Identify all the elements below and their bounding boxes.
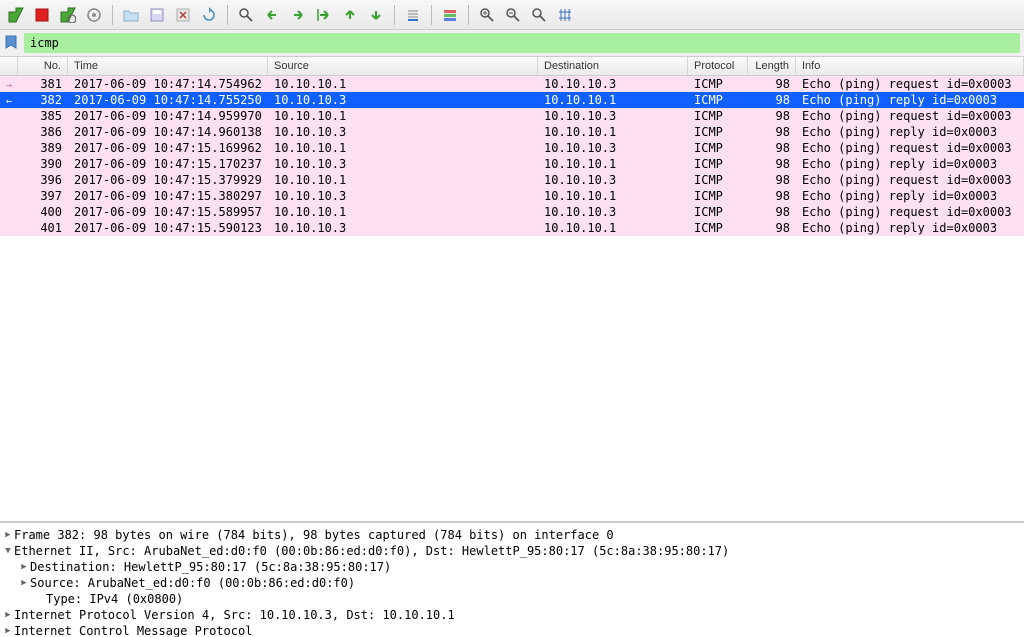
packet-details-pane[interactable]: ▶ Frame 382: 98 bytes on wire (784 bits)… bbox=[0, 522, 1024, 637]
detail-ip[interactable]: ▶ Internet Protocol Version 4, Src: 10.1… bbox=[2, 607, 1022, 623]
stop-capture-button[interactable] bbox=[30, 3, 54, 27]
capture-options-button[interactable] bbox=[82, 3, 106, 27]
packet-row[interactable]: 3862017-06-09 10:47:14.96013810.10.10.31… bbox=[0, 124, 1024, 140]
column-header-info[interactable]: Info bbox=[796, 57, 1024, 75]
expand-toggle-icon[interactable]: ▶ bbox=[2, 527, 14, 543]
open-file-button[interactable] bbox=[119, 3, 143, 27]
detail-eth-type[interactable]: Type: IPv4 (0x0800) bbox=[2, 591, 1022, 607]
packet-row[interactable]: 3852017-06-09 10:47:14.95997010.10.10.11… bbox=[0, 108, 1024, 124]
detail-frame[interactable]: ▶ Frame 382: 98 bytes on wire (784 bits)… bbox=[2, 527, 1022, 543]
packet-row[interactable]: 4002017-06-09 10:47:15.58995710.10.10.11… bbox=[0, 204, 1024, 220]
expand-toggle-icon[interactable]: ▶ bbox=[18, 575, 30, 591]
zoom-out-button[interactable] bbox=[501, 3, 525, 27]
column-header-source[interactable]: Source bbox=[268, 57, 538, 75]
packet-row[interactable]: 3972017-06-09 10:47:15.38029710.10.10.31… bbox=[0, 188, 1024, 204]
start-capture-button[interactable] bbox=[4, 3, 28, 27]
packet-row[interactable]: 4012017-06-09 10:47:15.59012310.10.10.31… bbox=[0, 220, 1024, 236]
display-filter-input[interactable] bbox=[24, 33, 1020, 53]
main-toolbar bbox=[0, 0, 1024, 30]
go-forward-button[interactable] bbox=[286, 3, 310, 27]
packet-row[interactable]: 3962017-06-09 10:47:15.37992910.10.10.11… bbox=[0, 172, 1024, 188]
column-header-destination[interactable]: Destination bbox=[538, 57, 688, 75]
expand-toggle-icon[interactable]: ▶ bbox=[2, 623, 14, 637]
filter-bookmark-icon[interactable] bbox=[4, 35, 20, 51]
save-file-button[interactable] bbox=[145, 3, 169, 27]
expand-toggle-icon[interactable]: ▶ bbox=[18, 559, 30, 575]
expand-toggle-icon[interactable]: ▶ bbox=[2, 607, 14, 623]
close-file-button[interactable] bbox=[171, 3, 195, 27]
column-header-no[interactable]: No. bbox=[18, 57, 68, 75]
reload-button[interactable] bbox=[197, 3, 221, 27]
packet-row[interactable]: 3902017-06-09 10:47:15.17023710.10.10.31… bbox=[0, 156, 1024, 172]
toolbar-separator bbox=[112, 5, 113, 25]
packet-row[interactable]: →3812017-06-09 10:47:14.75496210.10.10.1… bbox=[0, 76, 1024, 92]
auto-scroll-button[interactable] bbox=[401, 3, 425, 27]
detail-eth-src[interactable]: ▶ Source: ArubaNet_ed:d0:f0 (00:0b:86:ed… bbox=[2, 575, 1022, 591]
packet-row[interactable]: 3892017-06-09 10:47:15.16996210.10.10.11… bbox=[0, 140, 1024, 156]
detail-eth-dst[interactable]: ▶ Destination: HewlettP_95:80:17 (5c:8a:… bbox=[2, 559, 1022, 575]
go-to-packet-button[interactable] bbox=[312, 3, 336, 27]
toolbar-separator bbox=[468, 5, 469, 25]
column-header-length[interactable]: Length bbox=[748, 57, 796, 75]
packet-list-header: No. Time Source Destination Protocol Len… bbox=[0, 57, 1024, 76]
collapse-toggle-icon[interactable]: ▼ bbox=[2, 543, 14, 559]
packet-list-pane[interactable]: No. Time Source Destination Protocol Len… bbox=[0, 57, 1024, 522]
display-filter-bar bbox=[0, 30, 1024, 57]
zoom-reset-button[interactable] bbox=[527, 3, 551, 27]
restart-capture-button[interactable] bbox=[56, 3, 80, 27]
find-packet-button[interactable] bbox=[234, 3, 258, 27]
toolbar-separator bbox=[227, 5, 228, 25]
toolbar-separator bbox=[431, 5, 432, 25]
resize-columns-button[interactable] bbox=[553, 3, 577, 27]
detail-ethernet[interactable]: ▼ Ethernet II, Src: ArubaNet_ed:d0:f0 (0… bbox=[2, 543, 1022, 559]
go-back-button[interactable] bbox=[260, 3, 284, 27]
toolbar-separator bbox=[394, 5, 395, 25]
detail-icmp[interactable]: ▶ Internet Control Message Protocol bbox=[2, 623, 1022, 637]
column-header-time[interactable]: Time bbox=[68, 57, 268, 75]
go-last-button[interactable] bbox=[364, 3, 388, 27]
column-header-protocol[interactable]: Protocol bbox=[688, 57, 748, 75]
go-first-button[interactable] bbox=[338, 3, 362, 27]
colorize-button[interactable] bbox=[438, 3, 462, 27]
zoom-in-button[interactable] bbox=[475, 3, 499, 27]
packet-row[interactable]: ←3822017-06-09 10:47:14.75525010.10.10.3… bbox=[0, 92, 1024, 108]
